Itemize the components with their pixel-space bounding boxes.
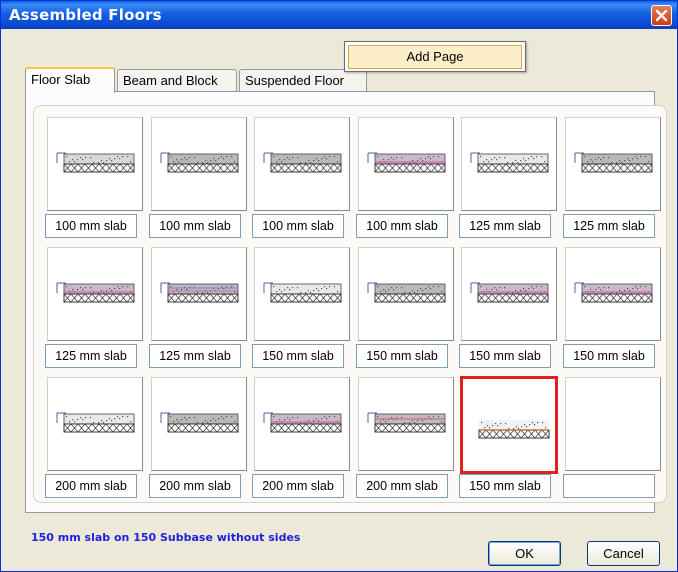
thumbnail-caption: 200 mm slab xyxy=(252,474,344,498)
floor-thumbnail[interactable]: 150 mm slab xyxy=(356,247,458,371)
tab-suspended-floor[interactable]: Suspended Floor xyxy=(239,69,367,91)
floor-thumbnail[interactable]: 150 mm slab xyxy=(252,247,354,371)
floor-diagram-image[interactable] xyxy=(254,377,350,471)
floor-thumbnail[interactable]: 150 mm slab xyxy=(459,247,561,371)
window-title: Assembled Floors xyxy=(9,6,162,24)
thumbnail-caption: 150 mm slab xyxy=(563,344,655,368)
floor-diagram-image[interactable] xyxy=(254,117,350,211)
floor-diagram-image[interactable] xyxy=(565,377,661,471)
context-menu: Add Page xyxy=(344,41,526,72)
floor-thumbnail[interactable]: 200 mm slab xyxy=(252,377,354,501)
assembled-floors-dialog: Assembled Floors Floor Slab Beam and Blo… xyxy=(0,0,678,572)
thumbnail-caption: 100 mm slab xyxy=(149,214,241,238)
floor-diagram-image[interactable] xyxy=(461,247,557,341)
tab-beam-and-block[interactable]: Beam and Block xyxy=(117,69,237,91)
floor-thumbnail[interactable]: 150 mm slab xyxy=(563,247,665,371)
floor-diagram-image[interactable] xyxy=(254,247,350,341)
floor-diagram-image[interactable] xyxy=(151,247,247,341)
tab-floor-slab[interactable]: Floor Slab xyxy=(25,67,115,93)
close-icon xyxy=(655,9,668,22)
floor-diagram-image[interactable] xyxy=(151,377,247,471)
floor-thumbnail[interactable]: 200 mm slab xyxy=(45,377,147,501)
floor-diagram-image[interactable] xyxy=(47,247,143,341)
thumbnail-caption: 200 mm slab xyxy=(45,474,137,498)
thumbnail-caption: 125 mm slab xyxy=(563,214,655,238)
floor-diagram-image[interactable] xyxy=(151,117,247,211)
floor-thumbnail[interactable]: 100 mm slab xyxy=(252,117,354,241)
thumbnail-caption: 100 mm slab xyxy=(45,214,137,238)
floor-diagram-image[interactable] xyxy=(358,247,454,341)
floor-diagram-image[interactable] xyxy=(461,117,557,211)
close-button[interactable] xyxy=(651,5,672,26)
floor-diagram-image[interactable] xyxy=(47,377,143,471)
floor-thumbnail[interactable]: 200 mm slab xyxy=(149,377,251,501)
add-page-menu-item[interactable]: Add Page xyxy=(348,45,522,69)
status-text: 150 mm slab on 150 Subbase without sides xyxy=(31,531,301,544)
tab-label: Floor Slab xyxy=(31,72,91,87)
empty-slot[interactable] xyxy=(563,377,665,501)
floor-diagram-image[interactable] xyxy=(565,117,661,211)
thumbnail-caption: 100 mm slab xyxy=(356,214,448,238)
floor-thumbnail[interactable]: 100 mm slab xyxy=(45,117,147,241)
ok-button[interactable]: OK xyxy=(488,541,561,566)
thumbnail-caption: 125 mm slab xyxy=(45,344,137,368)
tab-label: Suspended Floor xyxy=(245,73,345,88)
floor-diagram-image[interactable] xyxy=(358,117,454,211)
thumbnail-caption: 125 mm slab xyxy=(459,214,551,238)
thumbnail-caption: 150 mm slab xyxy=(356,344,448,368)
thumbnail-caption: 100 mm slab xyxy=(252,214,344,238)
thumbnail-caption: 200 mm slab xyxy=(149,474,241,498)
floor-thumbnail[interactable]: 100 mm slab xyxy=(149,117,251,241)
floor-diagram-image[interactable] xyxy=(565,247,661,341)
thumbnail-caption: 200 mm slab xyxy=(356,474,448,498)
thumbnail-caption: 150 mm slab xyxy=(252,344,344,368)
floor-thumbnail[interactable]: 150 mm slab xyxy=(459,376,561,501)
thumbnail-caption: 150 mm slab xyxy=(459,474,551,498)
thumbnail-caption: 150 mm slab xyxy=(459,344,551,368)
floor-diagram-image[interactable] xyxy=(358,377,454,471)
floor-thumbnail[interactable]: 125 mm slab xyxy=(45,247,147,371)
floor-diagram-image[interactable] xyxy=(460,376,558,474)
title-bar[interactable]: Assembled Floors xyxy=(1,1,677,29)
cancel-button[interactable]: Cancel xyxy=(587,541,660,566)
floor-thumbnail[interactable]: 125 mm slab xyxy=(149,247,251,371)
floor-thumbnail[interactable]: 100 mm slab xyxy=(356,117,458,241)
floor-diagram-image[interactable] xyxy=(47,117,143,211)
thumbnail-caption xyxy=(563,474,655,498)
thumbnail-caption: 125 mm slab xyxy=(149,344,241,368)
floor-thumbnail[interactable]: 125 mm slab xyxy=(459,117,561,241)
tab-label: Beam and Block xyxy=(123,73,218,88)
floor-thumbnail[interactable]: 200 mm slab xyxy=(356,377,458,501)
floor-thumbnail[interactable]: 125 mm slab xyxy=(563,117,665,241)
